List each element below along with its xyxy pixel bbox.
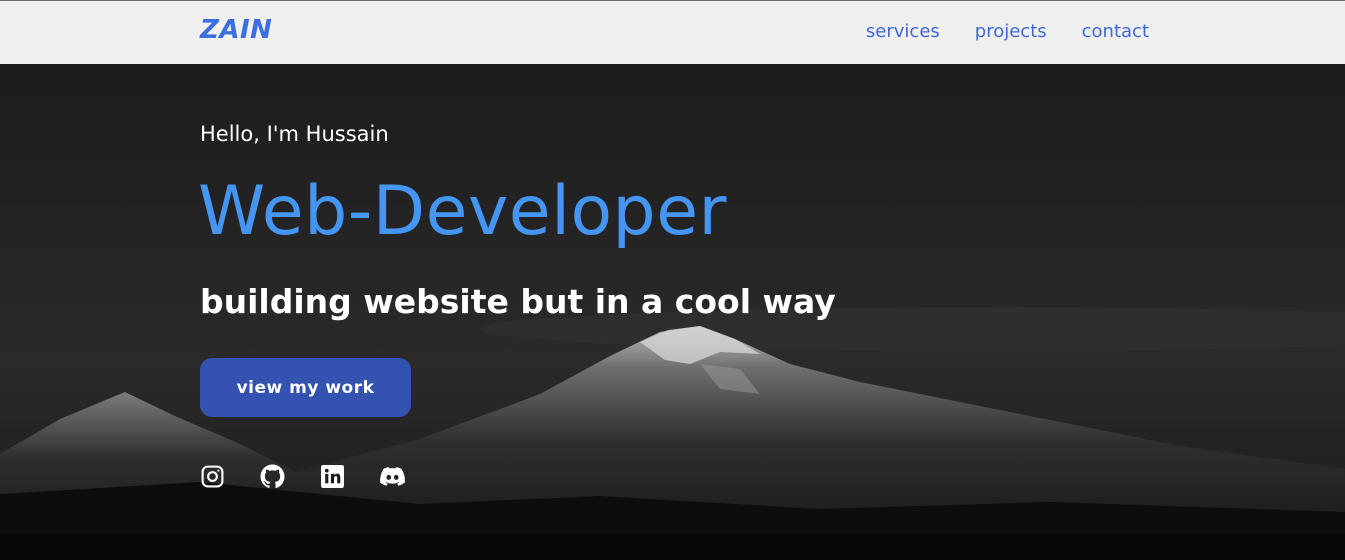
nav-link-contact[interactable]: contact <box>1082 21 1149 42</box>
linkedin-icon[interactable] <box>320 464 345 489</box>
navbar: ZAIN services projects contact <box>0 0 1345 64</box>
view-my-work-button[interactable]: view my work <box>200 358 411 417</box>
github-icon[interactable] <box>260 464 285 489</box>
headline: Web-Developer <box>198 172 728 251</box>
tagline: building website but in a cool way <box>200 282 836 321</box>
nav-link-services[interactable]: services <box>866 21 940 42</box>
discord-icon[interactable] <box>380 464 405 489</box>
logo[interactable]: ZAIN <box>200 15 272 45</box>
nav-link-projects[interactable]: projects <box>975 21 1047 42</box>
social-links <box>200 464 405 489</box>
hero-section: Hello, I'm Hussain Web-Developer buildin… <box>0 64 1345 560</box>
greeting-text: Hello, I'm Hussain <box>200 122 389 146</box>
instagram-icon[interactable] <box>200 464 225 489</box>
nav-links: services projects contact <box>866 21 1149 42</box>
